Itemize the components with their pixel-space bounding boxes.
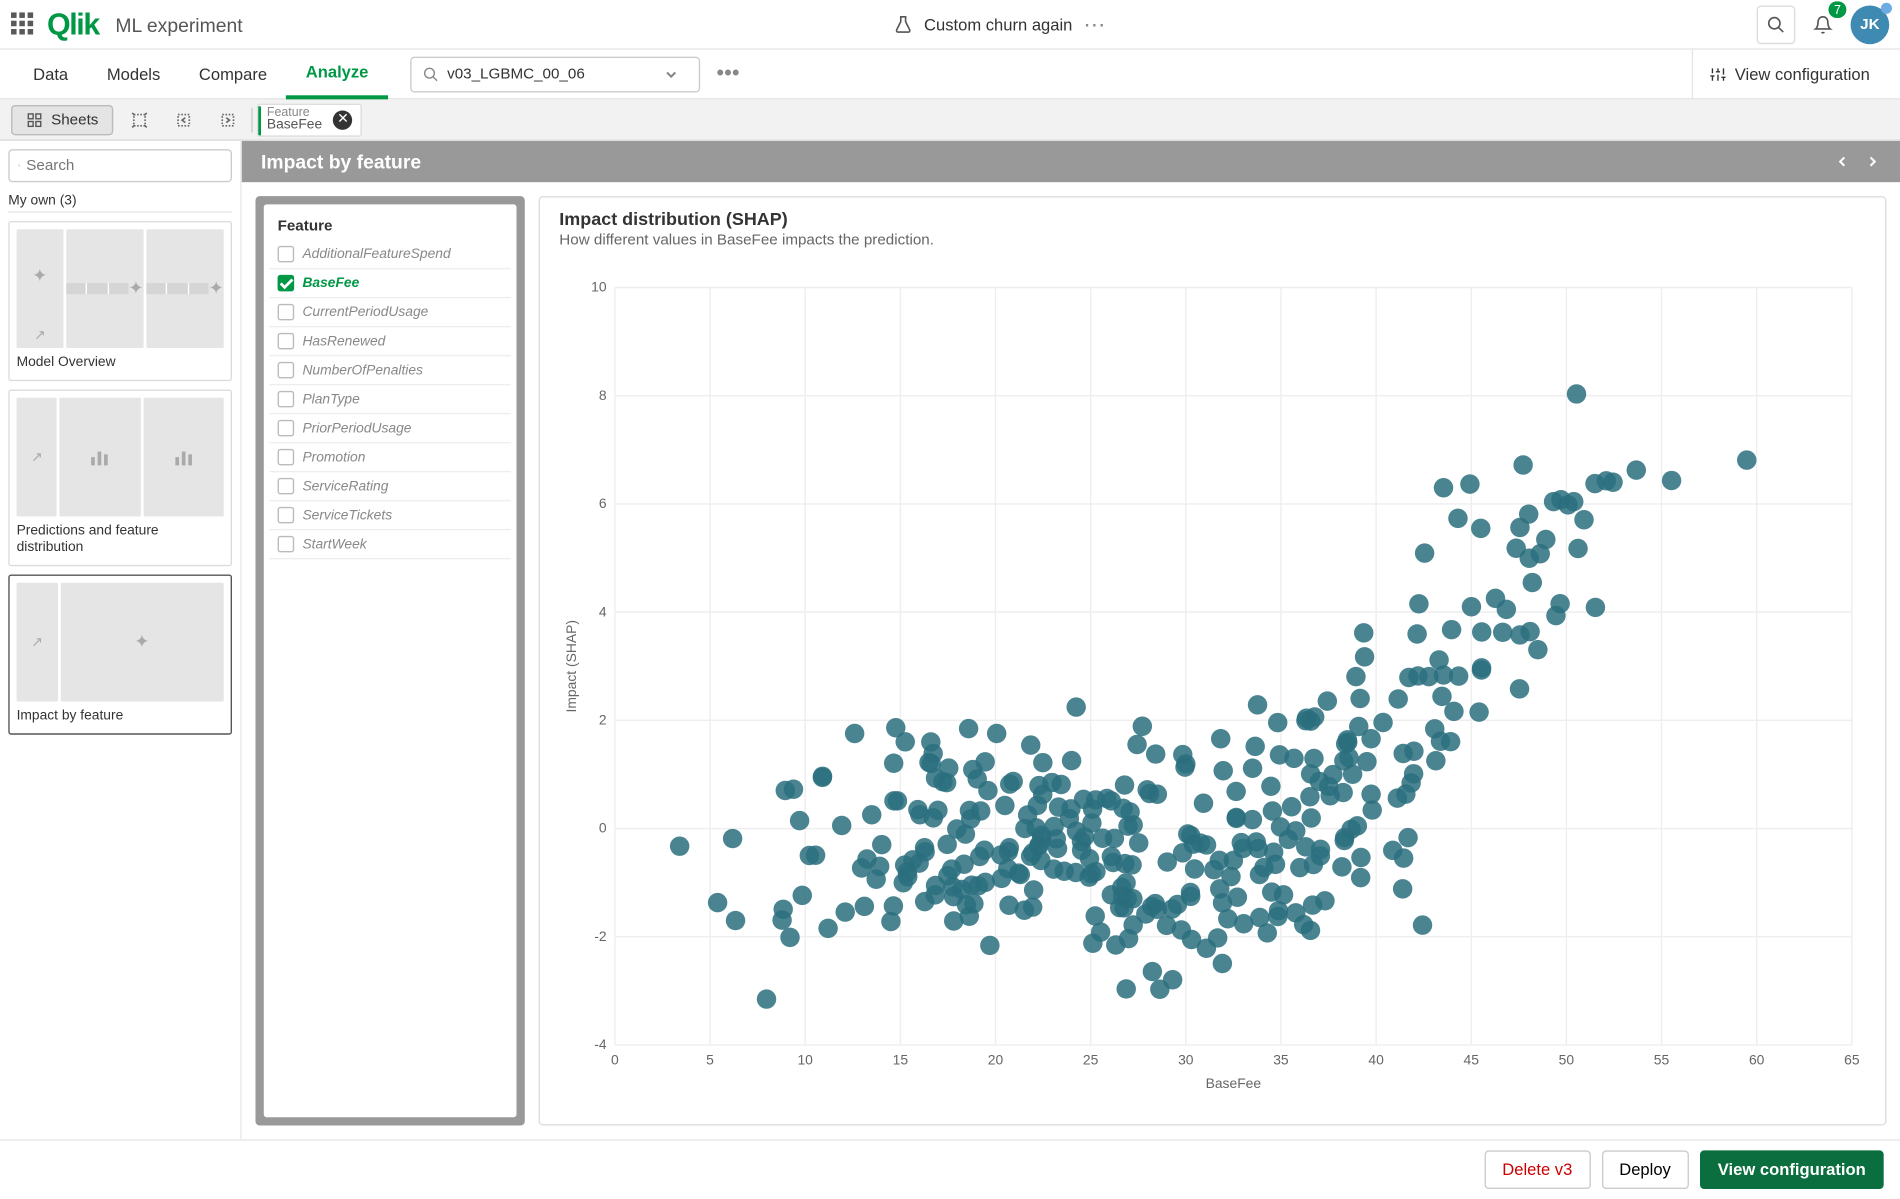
main-tab-models[interactable]: Models bbox=[87, 49, 179, 99]
checkbox-icon[interactable] bbox=[278, 478, 295, 495]
svg-text:15: 15 bbox=[893, 1051, 909, 1067]
chart-title: Impact distribution (SHAP) bbox=[559, 209, 1865, 230]
view-configuration-button[interactable]: View configuration bbox=[1700, 1150, 1884, 1189]
model-selected-value: v03_LGBMC_00_06 bbox=[447, 66, 662, 83]
svg-text:BaseFee: BaseFee bbox=[1206, 1075, 1262, 1091]
close-icon[interactable]: ✕ bbox=[333, 110, 352, 129]
notifications-button[interactable]: 7 bbox=[1804, 5, 1843, 44]
sheet-search-input[interactable] bbox=[26, 157, 222, 174]
main-tab-data[interactable]: Data bbox=[14, 49, 88, 99]
feature-item[interactable]: CurrentPeriodUsage bbox=[269, 298, 511, 327]
feature-item[interactable]: StartWeek bbox=[269, 530, 511, 559]
svg-text:10: 10 bbox=[591, 279, 607, 295]
svg-text:Impact (SHAP): Impact (SHAP) bbox=[563, 620, 579, 713]
svg-text:35: 35 bbox=[1273, 1051, 1289, 1067]
search-icon bbox=[1766, 15, 1785, 34]
svg-text:5: 5 bbox=[706, 1051, 714, 1067]
checkbox-icon[interactable] bbox=[278, 536, 295, 553]
my-own-label: My own (3) bbox=[8, 191, 232, 213]
svg-text:25: 25 bbox=[1083, 1051, 1099, 1067]
svg-text:0: 0 bbox=[611, 1051, 619, 1067]
model-selector[interactable]: v03_LGBMC_00_06 bbox=[410, 56, 700, 92]
view-configuration-link[interactable]: View configuration bbox=[1692, 49, 1887, 99]
svg-text:0: 0 bbox=[599, 820, 607, 836]
feature-item[interactable]: BaseFee bbox=[269, 269, 511, 298]
checkbox-icon[interactable] bbox=[278, 449, 295, 466]
svg-text:55: 55 bbox=[1654, 1051, 1670, 1067]
checkbox-icon[interactable] bbox=[278, 391, 295, 408]
feature-list-panel: Feature AdditionalFeatureSpendBaseFeeCur… bbox=[255, 196, 524, 1125]
sheet-card[interactable]: ✦↗✦✦Model Overview bbox=[8, 221, 232, 381]
svg-text:40: 40 bbox=[1368, 1051, 1384, 1067]
flask-icon bbox=[894, 15, 913, 34]
feature-item[interactable]: PlanType bbox=[269, 385, 511, 414]
feature-item[interactable]: ServiceTickets bbox=[269, 501, 511, 530]
checkbox-icon[interactable] bbox=[278, 333, 295, 350]
chart-subtitle: How different values in BaseFee impacts … bbox=[559, 232, 1865, 249]
svg-text:60: 60 bbox=[1749, 1051, 1765, 1067]
svg-text:8: 8 bbox=[599, 387, 607, 403]
deploy-button[interactable]: Deploy bbox=[1601, 1150, 1688, 1189]
grid-icon bbox=[26, 111, 43, 128]
chevron-left-icon[interactable] bbox=[1834, 153, 1851, 170]
selection-feature-tag[interactable]: Feature BaseFee ✕ bbox=[257, 103, 362, 136]
smart-search-icon[interactable] bbox=[122, 104, 158, 134]
model-more-icon[interactable]: ••• bbox=[716, 61, 739, 86]
svg-text:2: 2 bbox=[599, 711, 607, 727]
qlik-logo: Qlik bbox=[47, 6, 99, 42]
experiment-more-icon[interactable]: ⋯ bbox=[1083, 10, 1105, 38]
checkbox-icon[interactable] bbox=[278, 275, 295, 292]
sheet-card[interactable]: ↗Predictions and feature distribution bbox=[8, 389, 232, 566]
selection-step-back-icon[interactable] bbox=[166, 104, 202, 134]
experiment-name: Custom churn again bbox=[924, 15, 1072, 34]
search-icon bbox=[422, 66, 439, 83]
svg-text:-4: -4 bbox=[594, 1036, 607, 1052]
svg-text:50: 50 bbox=[1559, 1051, 1575, 1067]
feature-item[interactable]: NumberOfPenalties bbox=[269, 356, 511, 385]
svg-text:20: 20 bbox=[988, 1051, 1004, 1067]
svg-text:4: 4 bbox=[599, 603, 607, 619]
svg-text:-2: -2 bbox=[594, 928, 607, 944]
avatar[interactable]: JK bbox=[1851, 5, 1890, 44]
feature-item[interactable]: HasRenewed bbox=[269, 327, 511, 356]
feature-item[interactable]: ServiceRating bbox=[269, 472, 511, 501]
app-title: ML experiment bbox=[115, 13, 242, 35]
shap-chart-panel: Impact distribution (SHAP) How different… bbox=[539, 196, 1887, 1125]
sheet-search[interactable] bbox=[8, 149, 232, 182]
checkbox-icon[interactable] bbox=[278, 507, 295, 524]
notification-badge: 7 bbox=[1828, 1, 1846, 18]
feature-item[interactable]: PriorPeriodUsage bbox=[269, 414, 511, 443]
checkbox-icon[interactable] bbox=[278, 362, 295, 379]
bell-icon bbox=[1813, 15, 1832, 34]
content-title: Impact by feature bbox=[261, 151, 421, 173]
svg-text:45: 45 bbox=[1464, 1051, 1480, 1067]
svg-text:10: 10 bbox=[797, 1051, 813, 1067]
feature-item[interactable]: Promotion bbox=[269, 443, 511, 472]
sheets-button[interactable]: Sheets bbox=[11, 104, 114, 134]
feature-item[interactable]: AdditionalFeatureSpend bbox=[269, 240, 511, 269]
svg-text:65: 65 bbox=[1844, 1051, 1860, 1067]
selection-step-forward-icon[interactable] bbox=[210, 104, 246, 134]
checkbox-icon[interactable] bbox=[278, 246, 295, 263]
delete-button[interactable]: Delete v3 bbox=[1484, 1150, 1590, 1189]
feature-panel-title: Feature bbox=[269, 213, 511, 241]
svg-text:30: 30 bbox=[1178, 1051, 1194, 1067]
scatter-chart[interactable]: 0 5 10 15 20 25 30 35 40 45 50 55 60 65 -4 -2 0 2 4 6 8 10 Bas… bbox=[559, 249, 1865, 1119]
app-launcher-icon[interactable] bbox=[11, 12, 36, 37]
checkbox-icon[interactable] bbox=[278, 304, 295, 321]
chevron-down-icon bbox=[663, 66, 680, 83]
search-icon bbox=[18, 159, 21, 173]
search-button[interactable] bbox=[1757, 5, 1796, 44]
sheet-card[interactable]: ↗✦Impact by feature bbox=[8, 574, 232, 734]
main-tab-analyze[interactable]: Analyze bbox=[286, 49, 387, 99]
chevron-right-icon[interactable] bbox=[1864, 153, 1881, 170]
checkbox-icon[interactable] bbox=[278, 420, 295, 437]
svg-text:6: 6 bbox=[599, 495, 607, 511]
main-tab-compare[interactable]: Compare bbox=[180, 49, 287, 99]
sliders-icon bbox=[1710, 66, 1727, 83]
